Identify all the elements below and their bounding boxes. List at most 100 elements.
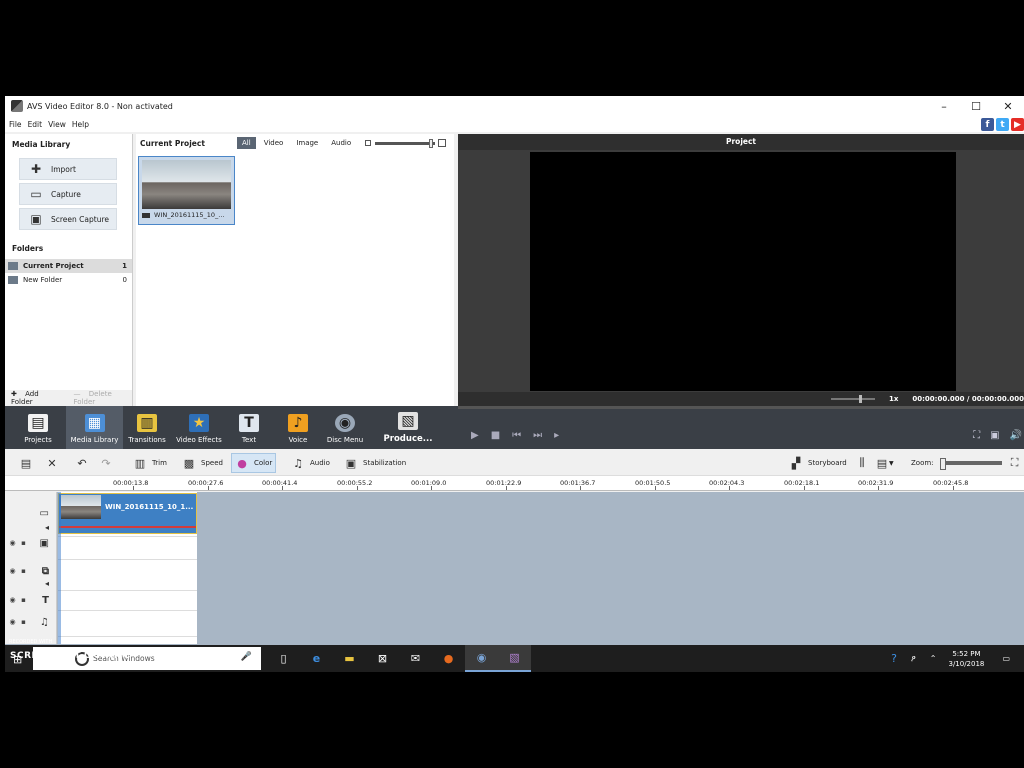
eye-icon[interactable]: ◉ [9,539,16,547]
filter-image[interactable]: Image [291,137,323,149]
video-camera-icon [142,212,150,218]
transitions-button[interactable]: ▥ Transitions [125,406,169,449]
add-folder-button[interactable]: ✚ Add Folder [11,390,60,406]
filter-video[interactable]: Video [259,137,289,149]
facebook-icon[interactable]: f [981,118,994,131]
color-button[interactable]: ● Color [231,453,277,473]
menu-edit[interactable]: Edit [28,120,43,129]
music-track-header: ◉ ▪ ♫ [5,615,57,629]
close-button[interactable]: ✕ [992,96,1024,116]
screencast-app-icon[interactable]: ◉ [465,645,498,672]
help-icon[interactable]: ? [891,652,897,665]
avs-video-editor-icon[interactable]: ▧ [498,645,531,672]
media-library-panel: Media Library ✚ Import ▭ Capture ▣ Scree… [5,134,133,406]
stabilization-icon: ▣ [345,456,357,470]
mail-icon[interactable]: ✉ [399,645,432,672]
trim-button[interactable]: ▥ Trim [133,453,167,473]
screen-capture-button[interactable]: ▣ Screen Capture [19,208,117,230]
play-icon[interactable]: ▶ [471,430,479,441]
zoom-slider[interactable] [939,458,1002,470]
projects-button[interactable]: ▤ Projects [17,406,59,449]
eye-icon[interactable]: ◉ [9,596,16,604]
stabilization-button[interactable]: ▣ Stabilization [344,453,406,473]
lock-icon[interactable]: ▪ [20,596,27,604]
recorded-with-label: RECORDED WITH [9,639,53,645]
plus-icon: ✚ [30,162,42,176]
import-button[interactable]: ✚ Import [19,158,117,180]
twitter-icon[interactable]: t [996,118,1009,131]
filter-audio[interactable]: Audio [326,137,356,149]
eye-icon[interactable]: ◉ [9,567,16,575]
undo-button[interactable]: ↶ [75,453,89,473]
eye-icon[interactable]: ◉ [9,618,16,626]
stop-icon[interactable]: ■ [491,430,500,441]
playhead[interactable] [58,492,61,644]
previous-frame-icon[interactable]: ⏮ [512,430,521,441]
minimize-button[interactable]: – [928,96,960,116]
redo-button[interactable]: ↷ [99,453,113,473]
delete-button[interactable]: ✕ [45,453,59,473]
menu-view[interactable]: View [48,120,66,129]
preview-right-controls: ⛶ ▣ 🔊 [973,430,1022,441]
preview-panel: Project 1x 00:00:00.000 / 00:00:00.000 [458,134,1024,406]
file-explorer-icon[interactable]: ▬ [333,645,366,672]
snapshot-icon[interactable]: ▣ [990,430,999,441]
media-item[interactable]: WIN_20161115_10_... [138,156,235,225]
delete-folder-button[interactable]: — Delete Folder [74,390,132,406]
tick-label: 00:02:31.9 [858,479,894,487]
tick-label: 00:02:45.8 [933,479,969,487]
thumbnail-size-slider[interactable] [365,139,447,148]
lock-icon[interactable]: ▪ [20,539,27,547]
stabilization-label: Stabilization [363,459,407,467]
folder-new-folder[interactable]: New Folder 0 [5,273,132,287]
menu-help[interactable]: Help [72,120,89,129]
volume-icon[interactable]: 🔊 [1010,430,1022,441]
step-icon[interactable]: ▸ [554,430,559,441]
next-frame-icon[interactable]: ⏭ [533,430,542,441]
youtube-icon[interactable]: ▶ [1011,118,1024,131]
text-button[interactable]: T Text [232,406,266,449]
menu-file[interactable]: File [9,120,22,129]
media-library-button[interactable]: ▦ Media Library [66,406,123,449]
audio-level-line[interactable] [59,526,196,528]
text-track-header: ◉ ▪ T [5,593,57,607]
tick-label: 00:00:27.6 [188,479,224,487]
audio-button[interactable]: ♫ Audio [291,453,330,473]
microphone-icon[interactable]: 🎤 [241,652,252,662]
chevron-up-icon[interactable]: ⌃ [930,654,937,663]
preview-title: Project [458,134,1024,150]
produce-button[interactable]: ▧ Produce... [383,406,433,449]
media-library-label: Media Library [70,436,119,444]
store-icon[interactable]: ⊠ [366,645,399,672]
speed-button[interactable]: ▩ Speed [182,453,223,473]
split-button[interactable]: ▤ [19,453,33,473]
maximize-button[interactable]: ☐ [960,96,992,116]
storyboard-button[interactable]: ▞ Storyboard [789,453,847,473]
slider-knob[interactable] [429,139,434,148]
video-effects-button[interactable]: ★ Video Effects [174,406,224,449]
fit-timeline-icon[interactable]: ⛶ [1008,456,1022,469]
disc-menu-button[interactable]: ◉ Disc Menu [323,406,367,449]
speed-slider[interactable] [830,395,875,403]
media-thumbnail [142,160,231,209]
firefox-icon[interactable]: ● [432,645,465,672]
preview-progress-bar[interactable] [458,406,1024,409]
lock-icon[interactable]: ▪ [20,618,27,626]
task-view-icon[interactable]: ▯ [267,645,300,672]
clock[interactable]: 5:52 PM 3/10/2018 [944,649,988,669]
produce-label: Produce... [383,434,433,444]
audio-mixer-button[interactable]: ⫼ [855,453,869,473]
person-icon[interactable]: ዖ [911,654,916,664]
filter-all[interactable]: All [237,137,256,149]
timeline-ruler[interactable]: 00:00:13.8 00:00:27.6 00:00:41.4 00:00:5… [5,476,1024,491]
aspect-ratio-dropdown[interactable]: ▤ ▼ [875,453,894,473]
voice-button[interactable]: ♪ Voice [281,406,315,449]
folder-current-project[interactable]: Current Project 1 [5,259,132,273]
chevron-down-icon: ▼ [889,459,894,467]
lock-icon[interactable]: ▪ [20,567,27,575]
timeline-clip[interactable]: WIN_20161115_10_1... [58,493,197,534]
capture-button[interactable]: ▭ Capture [19,183,117,205]
notification-icon[interactable]: ▭ [1002,654,1010,663]
fullscreen-icon[interactable]: ⛶ [973,430,980,441]
edge-icon[interactable]: e [300,645,333,672]
